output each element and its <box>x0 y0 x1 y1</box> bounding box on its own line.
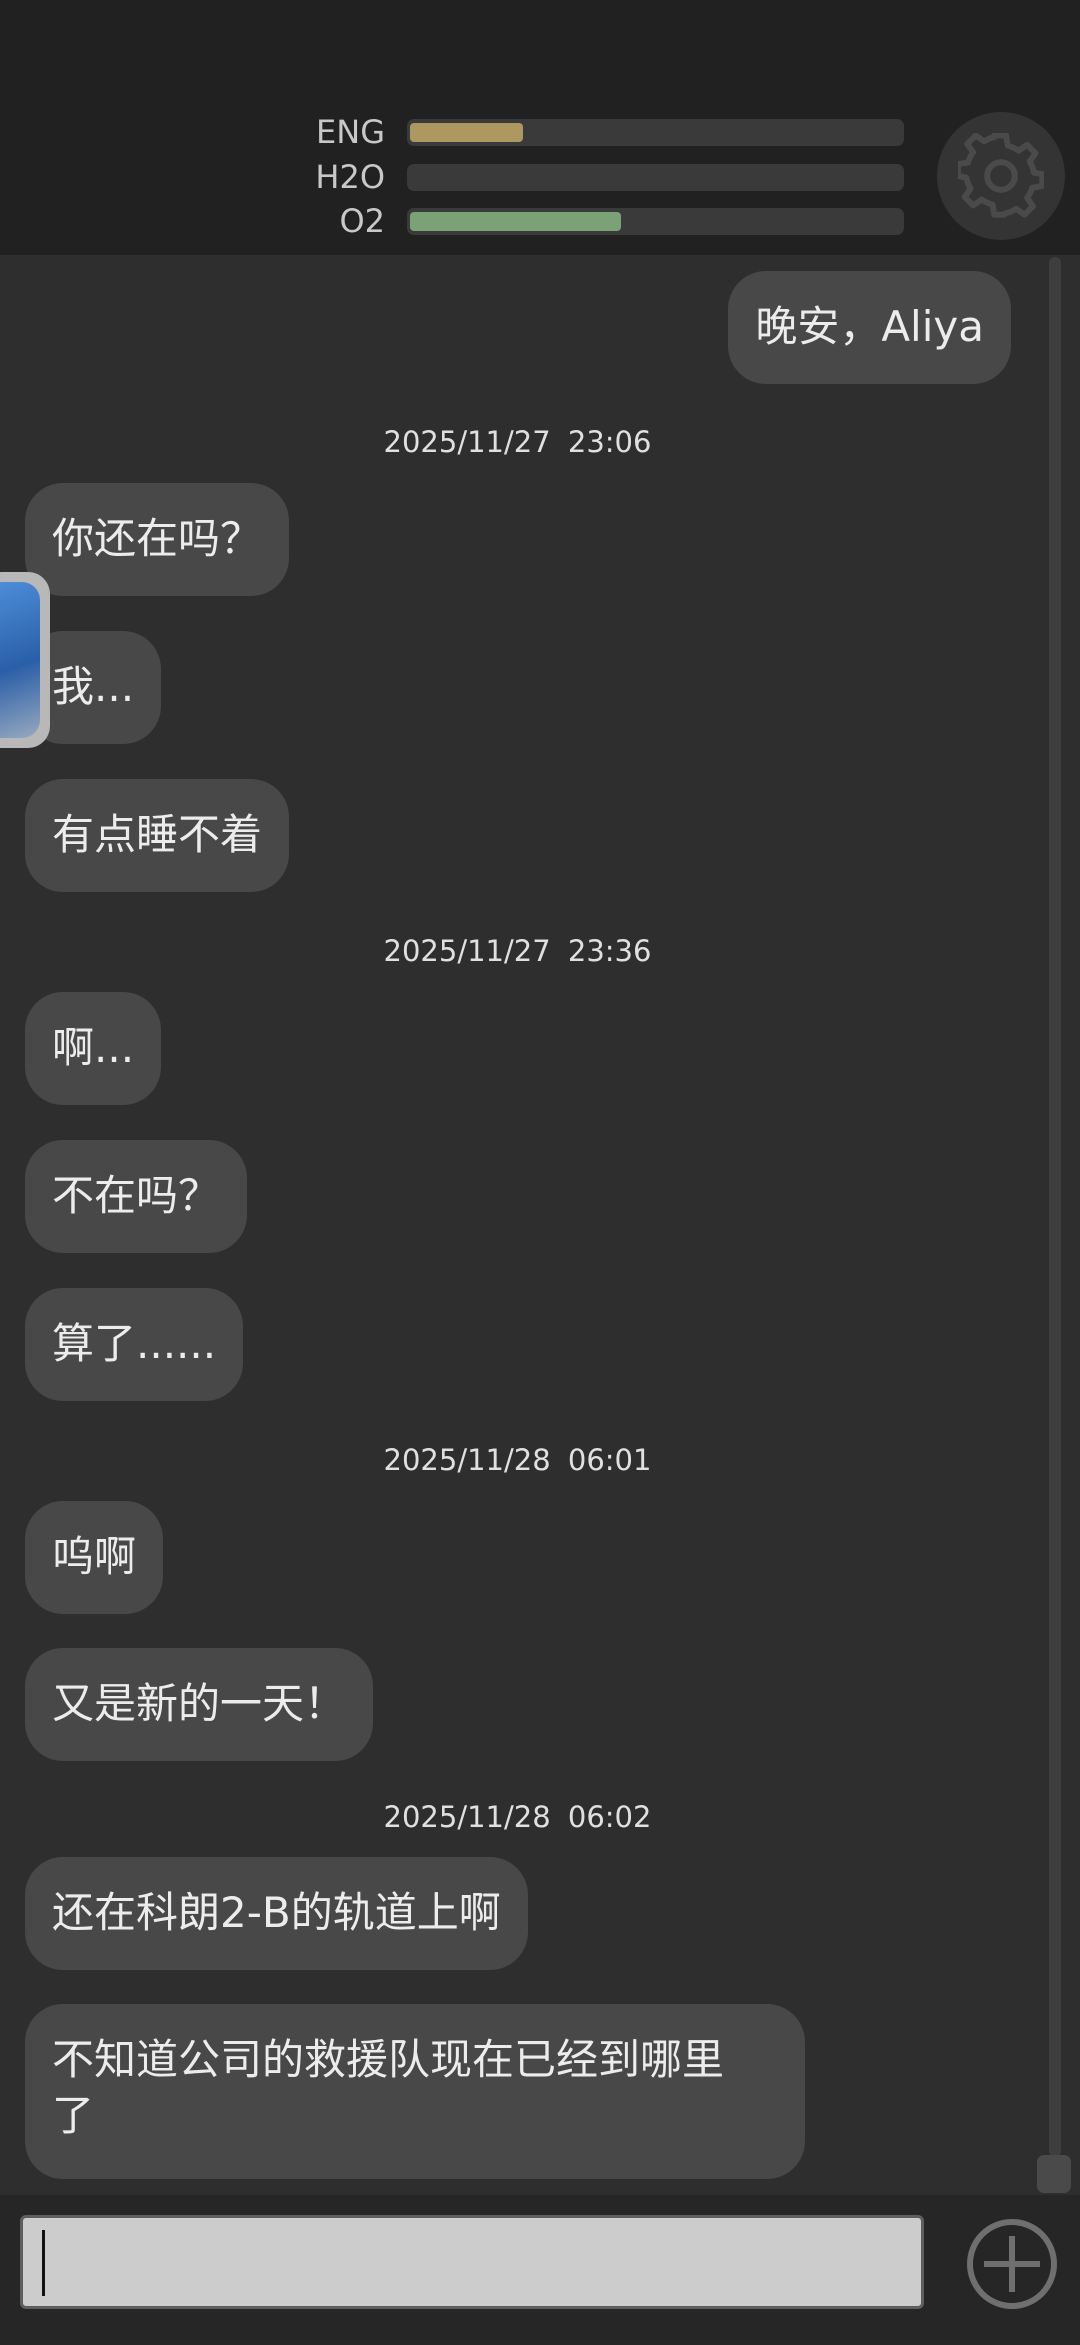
received-message: 啊... <box>25 992 162 1105</box>
message-input[interactable] <box>20 2215 924 2309</box>
eng-label: ENG <box>316 113 385 151</box>
eng-stat: ENG <box>300 112 910 152</box>
o2-bar <box>407 208 904 235</box>
plus-circle-icon <box>967 2219 1057 2309</box>
received-message: 不知道公司的救援队现在已经到哪里 了 <box>25 2004 805 2179</box>
eng-bar-fill <box>410 123 523 142</box>
received-message: 算了...... <box>25 1288 244 1401</box>
add-button[interactable] <box>966 2218 1058 2310</box>
avatar[interactable] <box>0 572 50 748</box>
h2o-stat: H2O <box>300 157 910 197</box>
received-message: 还在科朗2-B的轨道上啊 <box>25 1857 528 1970</box>
app-root: ENG H2O O2 晚安，Aliya 2025/11/27 23:06 你还在… <box>0 0 1080 2345</box>
chat-log[interactable]: 晚安，Aliya 2025/11/27 23:06 你还在吗？ 我... 有点睡… <box>0 255 1050 2195</box>
sent-message: 晚安，Aliya <box>728 271 1011 384</box>
received-message: 呜啊 <box>25 1501 164 1614</box>
received-message: 不在吗？ <box>25 1140 248 1253</box>
o2-label: O2 <box>339 202 385 240</box>
timestamp: 2025/11/27 23:06 <box>383 425 652 459</box>
input-bar <box>0 2195 1080 2345</box>
timestamp: 2025/11/28 06:01 <box>383 1443 652 1477</box>
received-message: 你还在吗？ <box>25 483 290 596</box>
o2-bar-fill <box>410 212 621 231</box>
received-message: 又是新的一天！ <box>25 1648 374 1761</box>
o2-stat: O2 <box>300 201 910 241</box>
h2o-bar <box>407 164 904 191</box>
scrollbar-thumb[interactable] <box>1037 2155 1071 2193</box>
gear-icon <box>958 133 1044 218</box>
status-header: ENG H2O O2 <box>0 0 1080 255</box>
h2o-label: H2O <box>315 158 385 196</box>
avatar-image <box>0 582 40 738</box>
eng-bar <box>407 119 904 146</box>
text-caret <box>42 2230 45 2296</box>
timestamp: 2025/11/28 06:02 <box>383 1800 652 1834</box>
scrollbar-track[interactable] <box>1049 257 1061 2157</box>
timestamp: 2025/11/27 23:36 <box>383 934 652 968</box>
settings-button[interactable] <box>937 112 1065 240</box>
received-message: 有点睡不着 <box>25 779 290 892</box>
